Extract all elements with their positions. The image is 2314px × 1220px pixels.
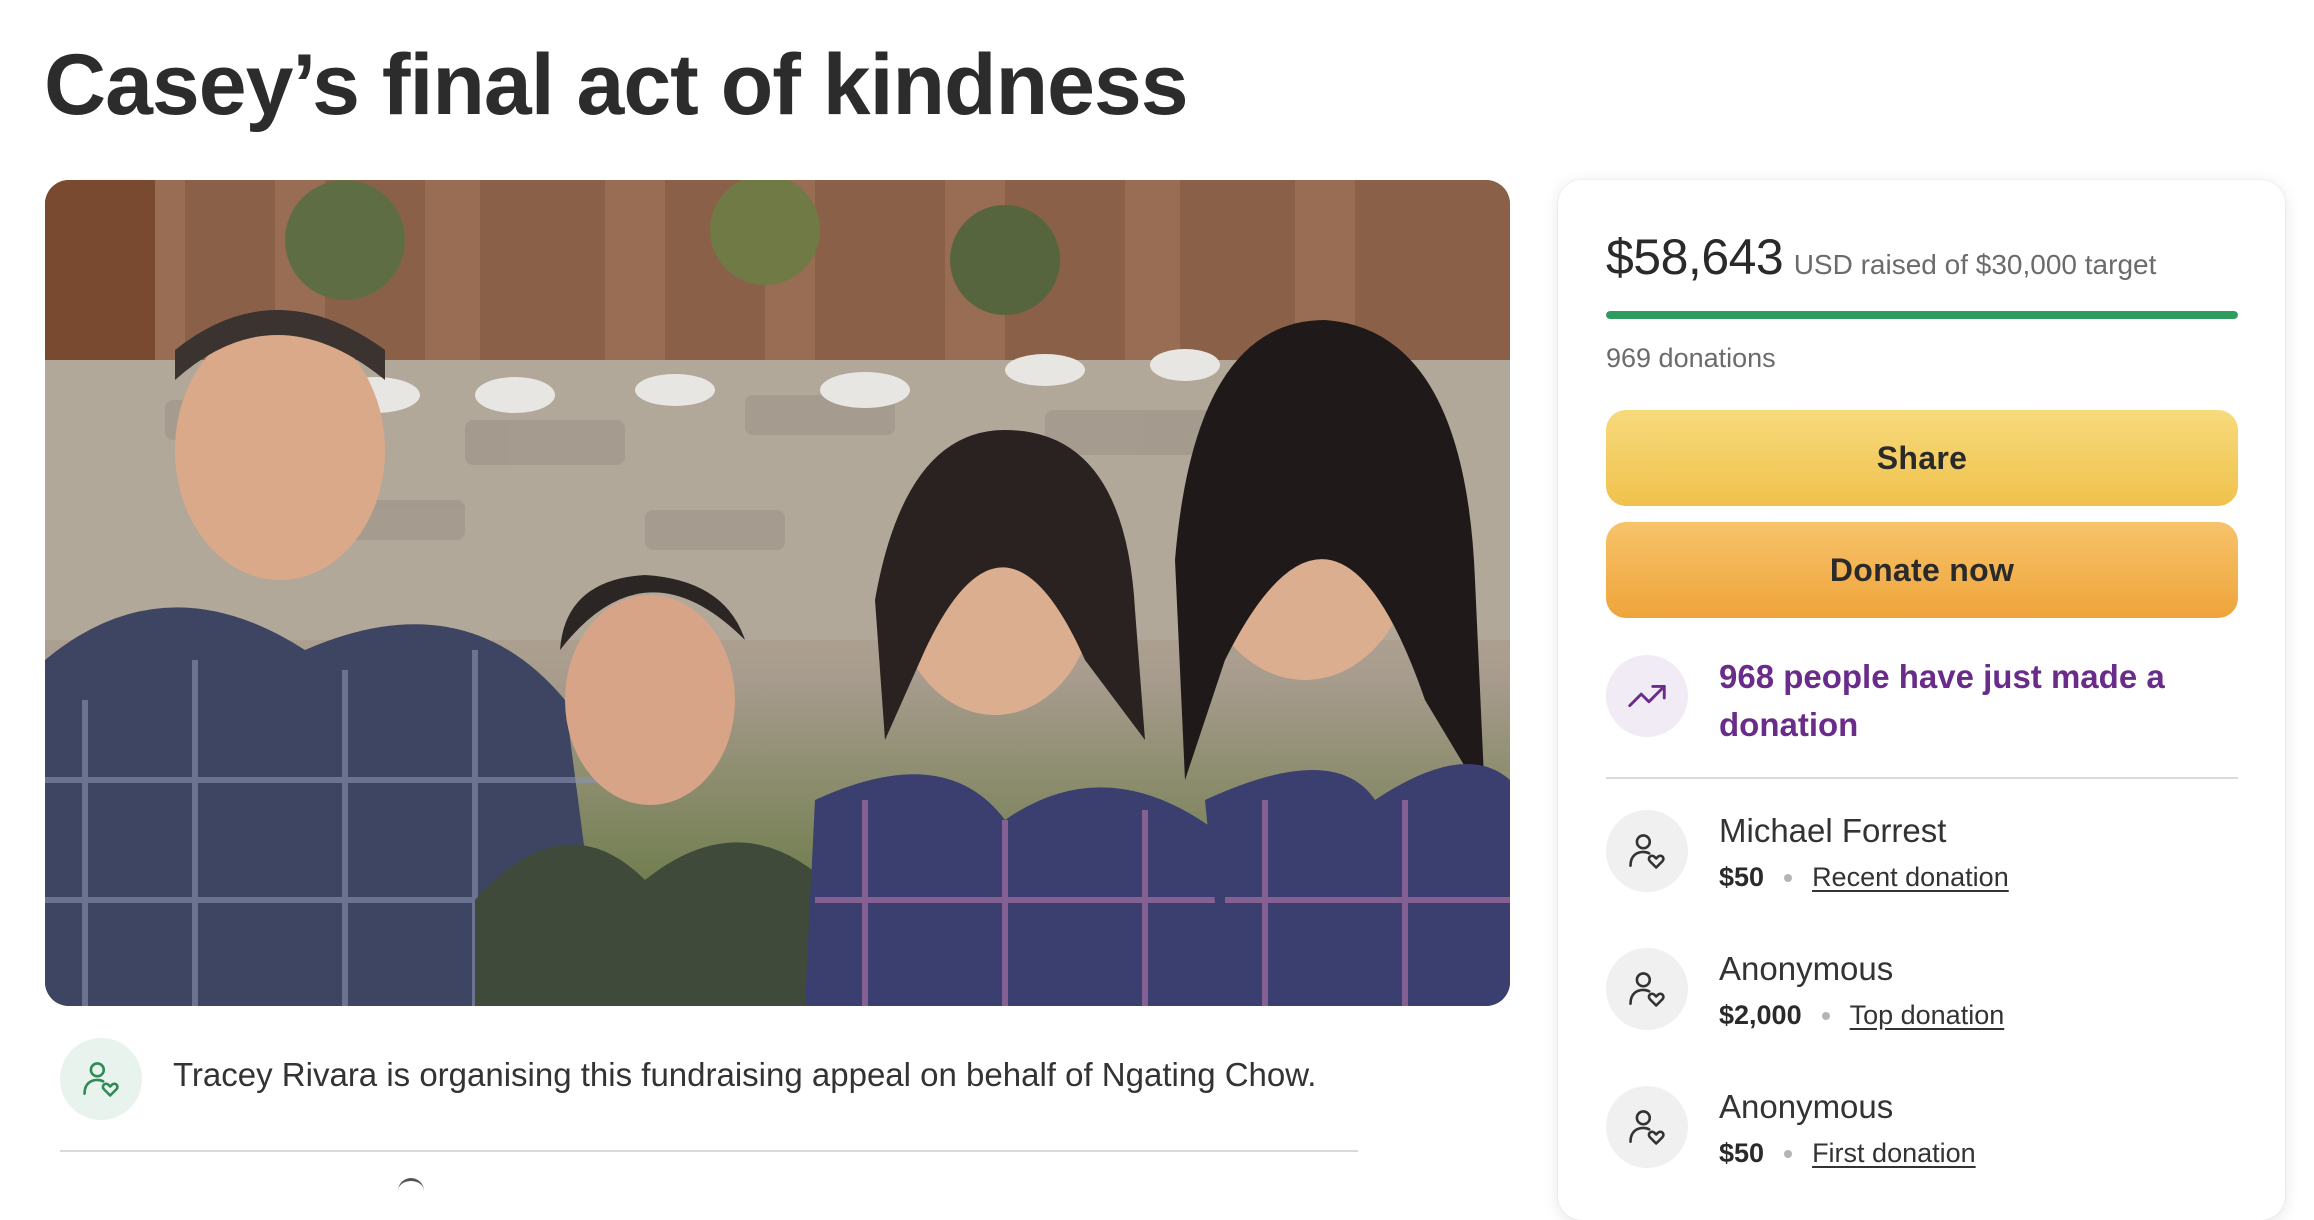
donation-type-link[interactable]: Recent donation <box>1812 862 2009 893</box>
family-photo-illustration <box>45 180 1510 1006</box>
separator-dot <box>1784 873 1793 882</box>
divider <box>60 1150 1358 1152</box>
recent-activity-text: 968 people have just made a donation <box>1719 658 2165 743</box>
donor-meta: $50 First donation <box>1719 1138 1976 1169</box>
recent-activity: 968 people have just made a donation <box>1606 655 2238 765</box>
separator-dot <box>1784 1149 1793 1158</box>
raised-summary: $58,643 USD raised of $30,000 target <box>1606 228 2156 286</box>
share-button[interactable]: Share <box>1606 410 2238 506</box>
donate-now-button[interactable]: Donate now <box>1606 522 2238 618</box>
user-heart-icon <box>1606 1086 1688 1168</box>
user-heart-icon <box>1606 810 1688 892</box>
raised-target-label: USD raised of $30,000 target <box>1793 249 2157 280</box>
donation-panel: $58,643 USD raised of $30,000 target 969… <box>1558 180 2285 1220</box>
organiser-info: Tracey Rivara is organising this fundrai… <box>60 1038 1358 1150</box>
user-heart-icon <box>1606 948 1688 1030</box>
donation-type-link[interactable]: First donation <box>1812 1138 1976 1169</box>
donor-item: Anonymous $2,000 Top donation <box>1606 948 2238 1048</box>
donor-name: Anonymous <box>1719 1088 1894 1125</box>
donor-amount: $50 <box>1719 862 1765 892</box>
donor-amount: $2,000 <box>1719 1000 1802 1030</box>
section-icon-peek <box>398 1178 424 1195</box>
donation-type-link[interactable]: Top donation <box>1850 1000 2005 1031</box>
divider <box>1606 777 2238 779</box>
separator-dot <box>1821 1011 1830 1020</box>
amount-raised: $58,643 <box>1606 229 1784 285</box>
donor-name: Michael Forrest <box>1719 812 1947 849</box>
hero-image <box>45 180 1510 1006</box>
donor-meta: $2,000 Top donation <box>1719 1000 2004 1031</box>
progress-bar-fill <box>1606 311 2238 319</box>
donor-amount: $50 <box>1719 1138 1765 1168</box>
donor-name: Anonymous <box>1719 950 1894 987</box>
donor-item: Michael Forrest $50 Recent donation <box>1606 810 2238 910</box>
organiser-text: Tracey Rivara is organising this fundrai… <box>173 1056 1317 1093</box>
donations-count: 969 donations <box>1606 343 1776 373</box>
user-heart-icon <box>60 1038 142 1120</box>
trending-up-icon <box>1606 655 1688 737</box>
page-title: Casey’s final act of kindness <box>44 37 1189 133</box>
donor-item: Anonymous $50 First donation <box>1606 1086 2238 1186</box>
progress-bar <box>1606 311 2238 319</box>
donor-meta: $50 Recent donation <box>1719 862 2009 893</box>
